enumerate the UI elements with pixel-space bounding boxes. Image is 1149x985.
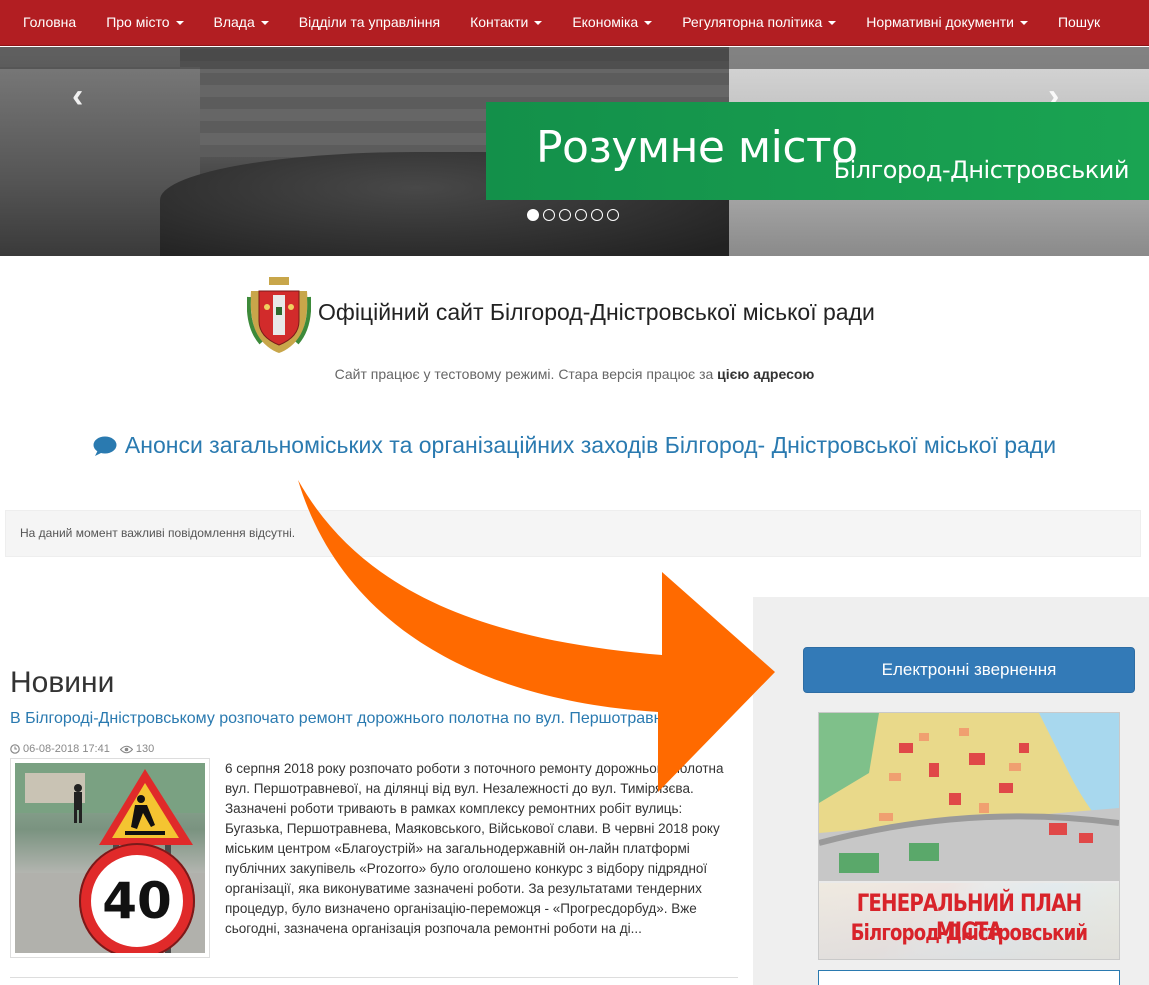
comment-icon — [93, 436, 117, 456]
caret-down-icon — [644, 20, 653, 25]
carousel-indicator-6[interactable] — [607, 209, 619, 221]
nav-item-7[interactable]: Нормативні документи — [851, 0, 1043, 46]
electronic-appeals-button[interactable]: Електронні звернення — [803, 647, 1135, 693]
caret-down-icon — [534, 20, 543, 25]
general-plan-banner[interactable]: ГЕНЕРАЛЬНИЙ ПЛАН МІСТА Білгород-Дністров… — [818, 712, 1120, 960]
notice-panel: На даний момент важливі повідомлення від… — [5, 510, 1141, 557]
carousel-indicators — [527, 209, 619, 221]
caret-down-icon — [828, 20, 837, 25]
caret-down-icon — [1019, 20, 1028, 25]
nav-item-label: Про місто — [106, 13, 170, 30]
smart-city-banner[interactable]: Розумне місто Білгород-Дністровський — [486, 102, 1149, 200]
carousel-prev-icon[interactable]: ‹ — [72, 77, 83, 116]
news-divider — [10, 977, 738, 978]
carousel-indicator-3[interactable] — [559, 209, 571, 221]
banner-title: Розумне місто — [536, 122, 858, 173]
news-item-body: 6 серпня 2018 року розпочато роботи з по… — [225, 761, 724, 936]
test-note-text: Сайт працює у тестовому режимі. Стара ве… — [334, 366, 714, 382]
banner-subtitle: Білгород-Дністровський — [833, 156, 1130, 184]
news-thumbnail-image: 40 — [15, 763, 205, 953]
news-item-meta: 06-08-2018 17:41 130 — [10, 743, 154, 755]
announcements-heading[interactable]: Анонси загальноміських та організаційних… — [0, 432, 1149, 459]
city-map-image — [819, 713, 1119, 883]
news-date: 06-08-2018 17:41 — [10, 743, 110, 755]
old-version-link[interactable]: цією адресою — [717, 366, 814, 382]
nav-item-label: Пошук — [1057, 13, 1101, 30]
city-coat-of-arms-icon — [247, 277, 311, 353]
carousel-indicator-1[interactable] — [527, 209, 539, 221]
sidebar-next-widget[interactable] — [818, 970, 1120, 985]
news-thumbnail[interactable]: 40 — [10, 758, 210, 958]
nav-item-label: Влада — [213, 13, 255, 30]
nav-item-6[interactable]: Регуляторна політика — [667, 0, 851, 46]
clock-icon — [10, 744, 20, 754]
carousel-indicator-2[interactable] — [543, 209, 555, 221]
notice-text: На даний момент важливі повідомлення від… — [20, 526, 296, 540]
news-item-title-link[interactable]: В Білгороді-Дністровському розпочато рем… — [10, 710, 660, 728]
plan-subtitle: Білгород-Дністровський — [850, 921, 1088, 946]
eye-icon — [119, 745, 133, 753]
nav-item-label: Нормативні документи — [866, 13, 1014, 30]
carousel-indicator-5[interactable] — [591, 209, 603, 221]
main-navbar: Головна Про місто Влада Відділи та управлін… — [0, 0, 1149, 46]
person-silhouette-image — [74, 784, 82, 823]
hero-carousel: ‹ › Розумне місто Білгород-Дністровський — [0, 47, 1149, 256]
test-mode-note: Сайт працює у тестовому режимі. Стара ве… — [0, 366, 1149, 382]
nav-item-2[interactable]: Влада — [199, 0, 284, 46]
news-views-count: 130 — [135, 743, 155, 755]
nav-item-5[interactable]: Економіка — [557, 0, 667, 46]
news-section-title: Новини — [10, 666, 115, 699]
carousel-top-band — [0, 47, 1149, 69]
nav-item-label: Контакти — [470, 13, 529, 30]
nav-item-label: Головна — [23, 13, 77, 30]
nav-item-label: Регуляторна політика — [682, 13, 823, 30]
caret-down-icon — [260, 20, 269, 25]
news-date-text: 06-08-2018 17:41 — [23, 743, 110, 755]
nav-item-0[interactable]: Головна — [8, 0, 91, 46]
nav-item-1[interactable]: Про місто — [91, 0, 198, 46]
nav-item-label: Економіка — [572, 13, 639, 30]
speed-limit-number: 40 — [102, 872, 172, 930]
nav-item-8[interactable]: Пошук — [1043, 0, 1115, 46]
nav-item-4[interactable]: Контакти — [455, 0, 557, 46]
nav-item-3[interactable]: Відділи та управління — [284, 0, 455, 46]
site-title: Офіційний сайт Білгород-Дністровської мі… — [318, 299, 875, 325]
nav-item-label: Відділи та управління — [298, 13, 441, 30]
site-header: Офіційний сайт Білгород-Дністровської мі… — [0, 275, 1149, 355]
caret-down-icon — [175, 20, 184, 25]
news-views: 130 — [119, 743, 155, 755]
announcements-heading-text: Анонси загальноміських та організаційних… — [124, 432, 1057, 458]
carousel-indicator-4[interactable] — [575, 209, 587, 221]
